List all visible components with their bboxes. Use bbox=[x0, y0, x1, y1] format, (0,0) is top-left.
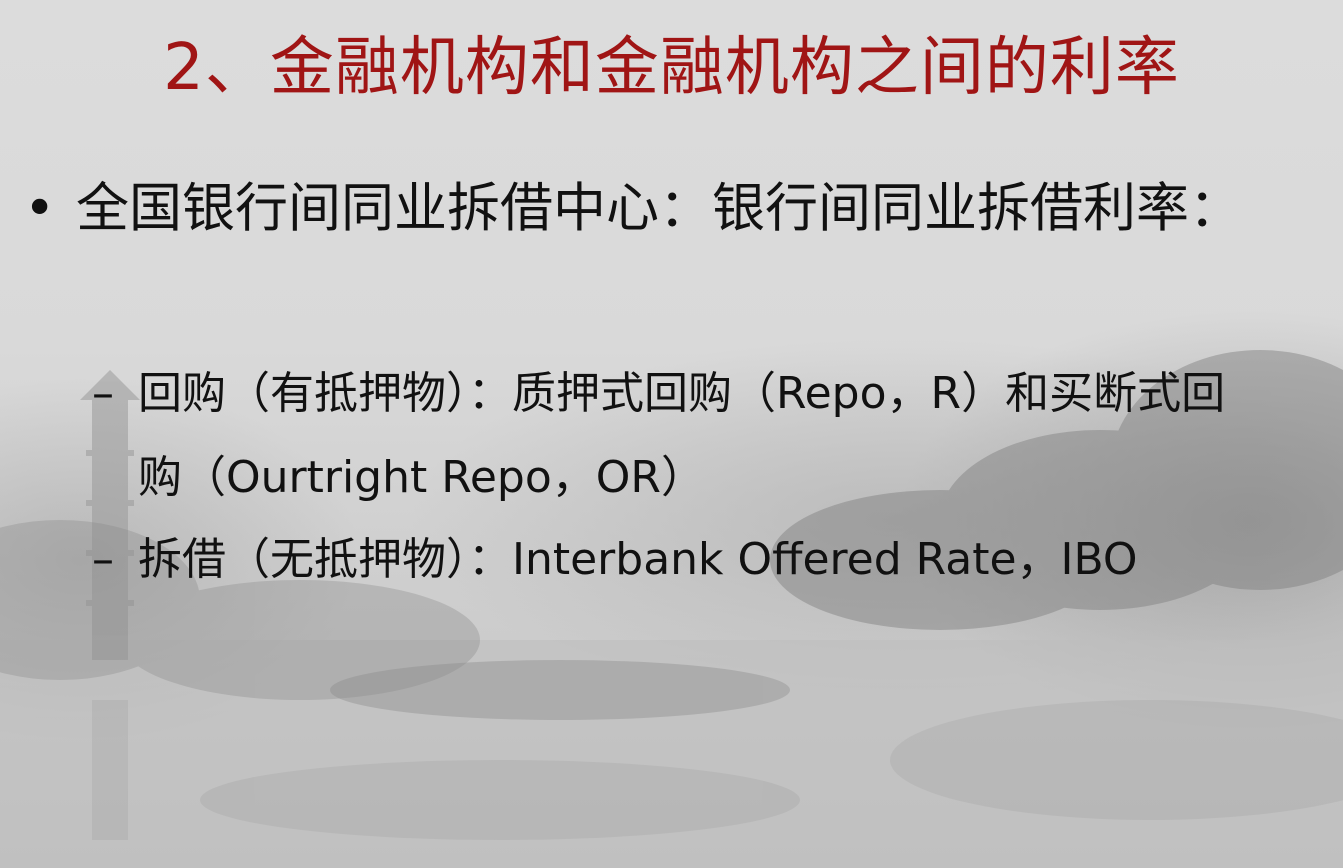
sub-item-text: 拆借（无抵押物）：Interbank Offered Rate，IBO bbox=[138, 534, 1138, 585]
sub-item-marker: – bbox=[92, 534, 114, 585]
bullet-marker: • bbox=[24, 178, 56, 239]
sub-item-repo: – 回购（有抵押物）：质押式回购（Repo，R）和买断式回购（Ourtright… bbox=[92, 352, 1262, 520]
bullet-text: 全国银行间同业拆借中心：银行间同业拆借利率： bbox=[76, 178, 1242, 239]
sub-item-marker: – bbox=[92, 368, 114, 419]
bullet-item: • 全国银行间同业拆借中心：银行间同业拆借利率： bbox=[24, 166, 1264, 252]
slide-title: 2、金融机构和金融机构之间的利率 bbox=[163, 31, 1180, 105]
sub-item-text: 回购（有抵押物）：质押式回购（Repo，R）和买断式回购（Ourtright R… bbox=[138, 368, 1226, 503]
sub-item-ibo: – 拆借（无抵押物）：Interbank Offered Rate，IBO bbox=[92, 518, 1262, 602]
slide: 2、金融机构和金融机构之间的利率 • 全国银行间同业拆借中心：银行间同业拆借利率… bbox=[0, 0, 1343, 868]
